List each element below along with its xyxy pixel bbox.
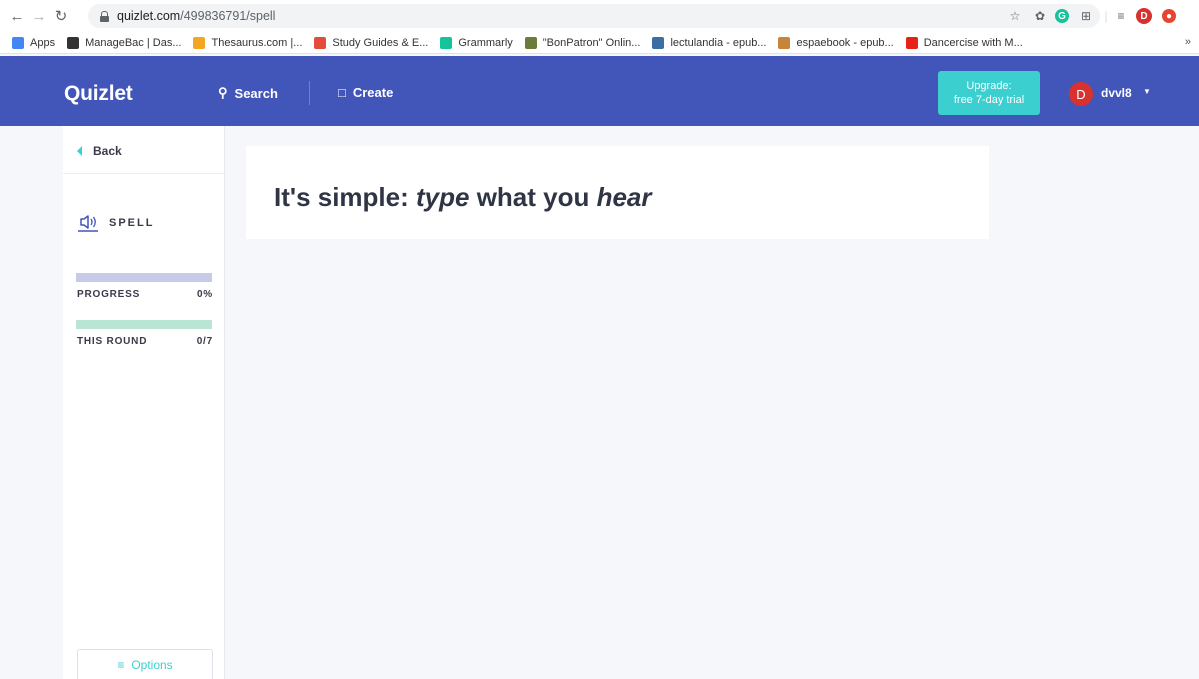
header-divider (309, 81, 310, 105)
upgrade-line2: free 7-day trial (953, 94, 1025, 106)
username[interactable]: dvvl8 (1101, 86, 1132, 100)
upgrade-line1: Upgrade: (966, 80, 1012, 92)
options-label: Options (131, 657, 173, 672)
create-icon: □ (338, 85, 346, 100)
sliders-icon: ≡ (117, 657, 125, 672)
prompt-part2: what you (469, 182, 597, 212)
study-sidebar: Back SPELL PROGRESS 0% THIS ROUND 0/7 ≡ … (63, 126, 225, 679)
grammarly-icon (440, 36, 453, 49)
bookmark-label: "BonPatron" Onlin... (542, 36, 641, 49)
progress-label: PROGRESS (77, 289, 141, 300)
bookmark-item[interactable]: "BonPatron" Onlin... (524, 36, 641, 49)
options-button[interactable]: ≡ Options (77, 649, 213, 679)
quizlet-logo[interactable]: Quizlet (64, 82, 133, 106)
bookmark-item[interactable]: Apps (12, 36, 56, 49)
address-bar[interactable]: quizlet.com/499836791/spell (88, 4, 1100, 28)
progress-stat: PROGRESS 0% (77, 289, 213, 300)
back-button[interactable]: Back (77, 144, 122, 158)
extension-icon[interactable]: ✿ (1031, 7, 1049, 25)
prompt-card: It's simple: type what you hear (246, 146, 989, 239)
bookmark-label: lectulandia - epub... (670, 36, 767, 49)
prompt-heading: It's simple: type what you hear (274, 182, 652, 213)
search-icon: ⚲ (218, 85, 228, 100)
bookmark-label: Dancercise with M... (923, 36, 1023, 49)
profile-avatar-icon[interactable]: D (1136, 8, 1152, 24)
lectulandia-icon (652, 36, 665, 49)
mode-label: SPELL (109, 217, 155, 229)
upgrade-button[interactable]: Upgrade: free 7-day trial (938, 71, 1040, 115)
sidebar-divider (63, 173, 224, 174)
chevron-down-icon[interactable]: ▼ (1143, 87, 1151, 96)
spell-mode-header: SPELL (77, 214, 154, 232)
star-icon[interactable]: ☆ (1006, 7, 1024, 25)
avatar[interactable]: D (1069, 82, 1093, 106)
progress-bar (76, 273, 212, 282)
search-nav[interactable]: ⚲ Search (218, 85, 278, 101)
bookmark-item[interactable]: lectulandia - epub... (652, 36, 767, 49)
round-value: 0/7 (196, 336, 213, 347)
bookmark-label: Study Guides & E... (332, 36, 429, 49)
search-label: Search (234, 85, 278, 101)
bookmark-item[interactable]: Dancercise with M... (905, 36, 1023, 49)
bookmark-label: Grammarly (458, 36, 513, 49)
extensions-grid-icon[interactable]: ⊞ (1077, 7, 1095, 25)
round-stat: THIS ROUND 0/7 (77, 336, 213, 347)
bookmark-item[interactable]: espaebook - epub... (778, 36, 894, 49)
aplus-icon (314, 36, 327, 49)
bookmark-item[interactable]: Thesaurus.com |... (193, 36, 303, 49)
bookmarks-overflow-button[interactable]: » (1185, 36, 1191, 48)
progress-value: 0% (196, 289, 213, 300)
round-label: THIS ROUND (77, 336, 148, 347)
back-triangle-icon (77, 146, 82, 156)
adblock-icon[interactable]: ● (1162, 9, 1176, 23)
bookmark-item[interactable]: Grammarly (440, 36, 513, 49)
bookmark-item[interactable]: Study Guides & E... (314, 36, 429, 49)
browser-toolbar: ← → ↻ quizlet.com/499836791/spell ☆ ✿ G … (0, 0, 1199, 32)
bookmarks-bar: Apps ManageBac | Das... Thesaurus.com |...… (0, 32, 1199, 54)
thesaurus-icon (193, 36, 206, 49)
site-header: Quizlet ⚲ Search □ Create Upgrade: free … (0, 56, 1199, 126)
bookmark-label: Apps (30, 36, 56, 49)
forward-arrow-icon[interactable]: → (28, 5, 50, 27)
bonpatron-icon (524, 36, 537, 49)
back-label: Back (93, 144, 122, 158)
youtube-icon (905, 36, 918, 49)
reading-list-icon[interactable]: ≡ (1112, 7, 1130, 25)
url-path: /499836791/spell (180, 9, 276, 23)
prompt-hear: hear (596, 182, 652, 212)
managebac-icon (67, 36, 80, 49)
back-arrow-icon[interactable]: ← (6, 5, 28, 27)
bookmark-item[interactable]: ManageBac | Das... (67, 36, 182, 49)
reload-icon[interactable]: ↻ (50, 5, 72, 27)
create-nav[interactable]: □ Create (338, 85, 393, 100)
speaker-icon (78, 215, 98, 232)
grammarly-ext-icon[interactable]: G (1055, 9, 1069, 23)
round-bar (76, 320, 212, 329)
prompt-part1: It's simple: (274, 182, 416, 212)
prompt-type: type (416, 182, 470, 212)
bookmark-label: espaebook - epub... (796, 36, 894, 49)
bookmark-label: Thesaurus.com |... (211, 36, 303, 49)
apps-grid-icon (12, 36, 24, 49)
bookmark-label: ManageBac | Das... (85, 36, 182, 49)
create-label: Create (352, 85, 394, 100)
url-host: quizlet.com (117, 9, 181, 23)
espaebook-icon (778, 36, 791, 49)
lock-icon (100, 10, 109, 22)
